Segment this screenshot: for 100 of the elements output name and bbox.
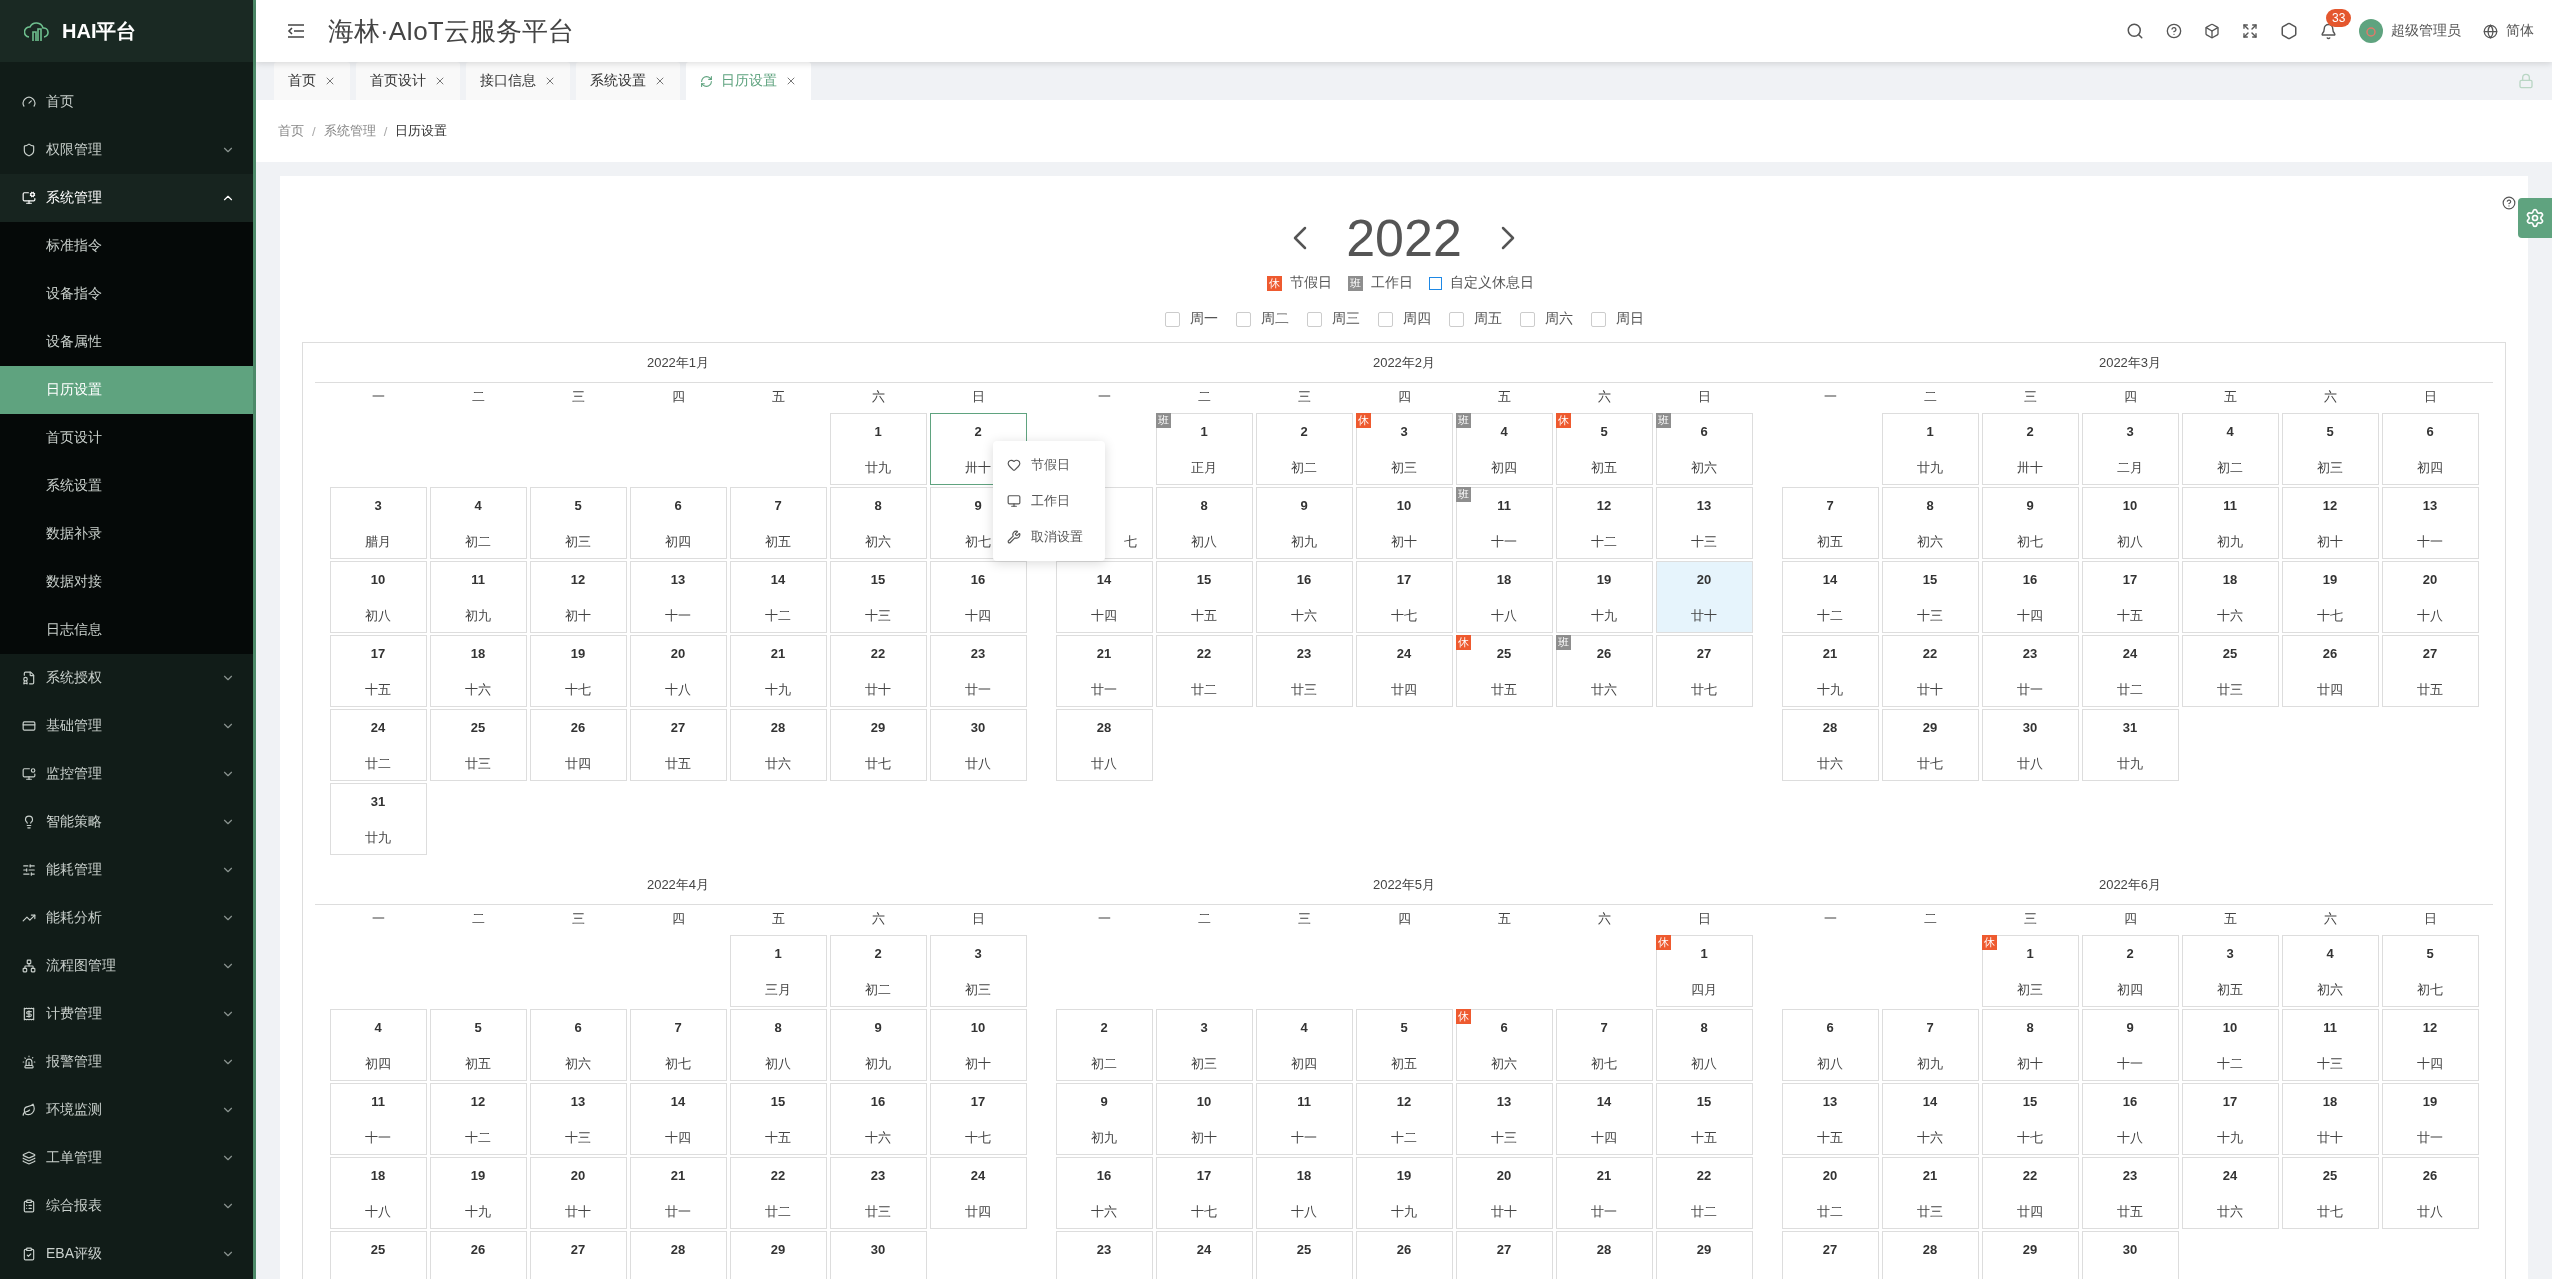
lunar-date: 十四 — [965, 608, 991, 624]
day-tag: 休 — [1555, 413, 1571, 428]
day-number: 19 — [570, 646, 586, 662]
lunar-date: 初三 — [1191, 1056, 1217, 1072]
lunar-date: 初七 — [1591, 1056, 1617, 1072]
lunar-date: 正月 — [1191, 460, 1217, 476]
weekday-header: 六 — [2322, 910, 2338, 928]
lunar-date: 十二 — [2217, 1056, 2243, 1072]
lunar-date: 廿七 — [865, 756, 891, 772]
day-number: 14 — [1596, 1094, 1612, 1110]
day-number: 9 — [2026, 498, 2034, 514]
lunar-date: 初四 — [1291, 1056, 1317, 1072]
day-number: 30 — [970, 720, 986, 736]
day-number: 18 — [1296, 1168, 1312, 1184]
day-number: 3 — [974, 946, 982, 962]
lunar-date: 廿十 — [565, 1204, 591, 1220]
day-number: 6 — [1826, 1020, 1834, 1036]
lunar-date: 初六 — [1491, 1056, 1517, 1072]
day-number: 24 — [2222, 1168, 2238, 1184]
lunar-date: 初二 — [2217, 460, 2243, 476]
lunar-date: 廿一 — [665, 1204, 691, 1220]
lunar-date: 廿九 — [1917, 460, 1943, 476]
day-number: 1 — [2026, 946, 2034, 962]
day-number: 12 — [470, 1094, 486, 1110]
lunar-date: 十四 — [2017, 608, 2043, 624]
day-number: 15 — [1696, 1094, 1712, 1110]
day-number: 28 — [770, 720, 786, 736]
day-number: 9 — [874, 1020, 882, 1036]
day-number: 20 — [1496, 1168, 1512, 1184]
day-number: 11 — [2223, 498, 2237, 514]
day-number: 18 — [1496, 572, 1512, 588]
weekday-header: 一 — [1822, 388, 1838, 406]
day-number: 3 — [1400, 424, 1408, 440]
day-number: 2 — [2026, 424, 2034, 440]
lunar-date: 廿四 — [565, 756, 591, 772]
lunar-date: 十四 — [1591, 1130, 1617, 1146]
lunar-date: 十三 — [565, 1130, 591, 1146]
day-number: 4 — [2326, 946, 2334, 962]
lunar-date: 初十 — [965, 1056, 991, 1072]
lunar-date: 廿二 — [2117, 682, 2143, 698]
lunar-date: 廿八 — [2417, 1204, 2443, 1220]
year-label: 2022 — [1346, 208, 1462, 269]
day-number: 3 — [2126, 424, 2134, 440]
day-number: 25 — [470, 720, 486, 736]
lunar-date: 初十 — [1391, 534, 1417, 550]
day-number: 6 — [674, 498, 682, 514]
weekday-header: 六 — [870, 388, 886, 406]
day-number: 22 — [1196, 646, 1212, 662]
day-number: 8 — [1200, 498, 1208, 514]
day-number: 17 — [1396, 572, 1412, 588]
lunar-date: 十七 — [1391, 608, 1417, 624]
day-number: 2 — [2126, 946, 2134, 962]
lunar-date: 初二 — [1091, 1056, 1117, 1072]
day-number: 24 — [2122, 646, 2138, 662]
lunar-date: 初三 — [2317, 460, 2343, 476]
lunar-date: 初五 — [2217, 982, 2243, 998]
lunar-date: 廿二 — [365, 756, 391, 772]
lunar-date: 十八 — [2417, 608, 2443, 624]
lunar-date: 廿十 — [1917, 682, 1943, 698]
day-number: 23 — [1296, 646, 1312, 662]
day-number: 16 — [970, 572, 986, 588]
day-number: 8 — [2026, 1020, 2034, 1036]
day-number: 23 — [2122, 1168, 2138, 1184]
day-number: 31 — [2122, 720, 2138, 736]
day-number: 23 — [2022, 646, 2038, 662]
weekday-header: 日 — [1696, 910, 1712, 928]
breadcrumb-separator: / — [312, 123, 316, 139]
weekday-header: 一 — [1096, 910, 1112, 928]
day-number: 12 — [2422, 1020, 2438, 1036]
day-number: 5 — [1600, 424, 1608, 440]
day-number: 5 — [474, 1020, 482, 1036]
day-number: 27 — [2422, 646, 2438, 662]
day-number: 12 — [570, 572, 586, 588]
lunar-date: 二月 — [2117, 460, 2143, 476]
day-number: 27 — [1696, 646, 1712, 662]
lunar-date: 廿六 — [765, 756, 791, 772]
lunar-date: 廿四 — [2017, 1204, 2043, 1220]
weekday-header: 六 — [2322, 388, 2338, 406]
day-number: 17 — [2122, 572, 2138, 588]
day-number: 10 — [970, 1020, 986, 1036]
weekday-header: 四 — [2122, 388, 2138, 406]
lunar-date: 初六 — [1917, 534, 1943, 550]
lunar-date: 四月 — [1691, 982, 1717, 998]
day-tag: 休 — [1455, 1009, 1471, 1024]
weekday-header: 五 — [770, 910, 786, 928]
day-number: 1 — [874, 424, 882, 440]
day-number: 16 — [2022, 572, 2038, 588]
lunar-date: 十四 — [2417, 1056, 2443, 1072]
day-number: 13 — [570, 1094, 586, 1110]
lunar-date: 初四 — [665, 534, 691, 550]
day-number: 30 — [2122, 1242, 2138, 1258]
lunar-date: 十一 — [2117, 1056, 2143, 1072]
lunar-date: 十五 — [765, 1130, 791, 1146]
day-number: 25 — [1496, 646, 1512, 662]
lunar-date: 十九 — [1391, 1204, 1417, 1220]
lunar-date: 初六 — [2317, 982, 2343, 998]
legend-label: 自定义休息日 — [1449, 274, 1534, 292]
day-number: 26 — [2422, 1168, 2438, 1184]
day-number: 21 — [1922, 1168, 1938, 1184]
lunar-date: 初六 — [1691, 460, 1717, 476]
